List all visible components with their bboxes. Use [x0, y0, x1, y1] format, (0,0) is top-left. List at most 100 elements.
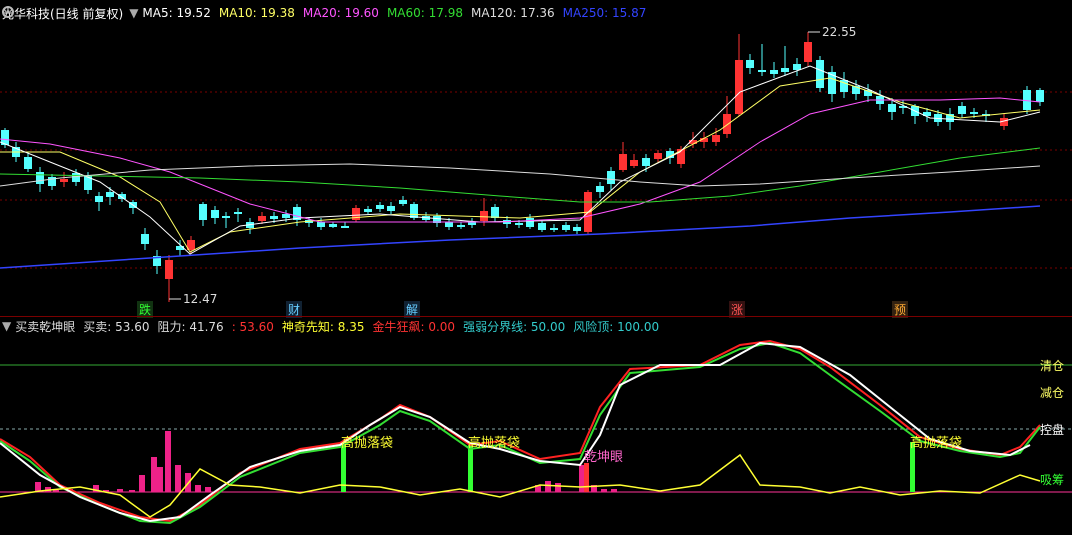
candle[interactable]	[211, 210, 219, 218]
low-price-label: 12.47	[183, 292, 217, 306]
candle[interactable]	[141, 234, 149, 244]
candle[interactable]	[95, 196, 103, 202]
indicator-value-item: : 53.60	[231, 319, 274, 334]
support-line	[0, 341, 1041, 525]
candle[interactable]	[36, 172, 44, 184]
candle[interactable]	[654, 153, 662, 159]
dropdown-triangle-icon[interactable]: ▼	[2, 319, 11, 333]
ma5-line	[0, 65, 1041, 255]
price-chart[interactable]: 22.55 12.47	[0, 22, 1072, 317]
candle[interactable]	[445, 222, 453, 227]
candle[interactable]	[282, 214, 290, 218]
candle[interactable]	[607, 171, 615, 184]
indicator-chart[interactable]: 高抛落袋 高抛落袋乾坤眼 高抛落袋	[0, 335, 1072, 535]
label-jiancang: 减仓	[1039, 386, 1064, 400]
candle[interactable]	[573, 227, 581, 231]
indicator-value-item: 强弱分界线: 50.00	[463, 319, 566, 334]
candle[interactable]	[550, 228, 558, 230]
ma-legend-item: MA5: 19.52	[142, 6, 211, 20]
candle[interactable]	[770, 70, 778, 74]
candle[interactable]	[793, 64, 801, 70]
candle[interactable]	[642, 158, 650, 166]
signal-annotation: 高抛落袋	[468, 435, 520, 451]
candle[interactable]	[234, 212, 242, 214]
candle[interactable]	[410, 204, 418, 218]
candle[interactable]	[538, 223, 546, 230]
ma-legend-item: MA20: 19.60	[302, 6, 379, 20]
candle[interactable]	[630, 160, 638, 166]
candle[interactable]	[735, 60, 743, 114]
ma10-line	[0, 77, 1041, 253]
candle[interactable]	[758, 70, 766, 72]
candle[interactable]	[723, 114, 731, 134]
ma-legend-item: MA10: 19.38	[218, 6, 295, 20]
candle[interactable]	[376, 205, 384, 209]
candle[interactable]	[24, 157, 32, 169]
gear-icon[interactable]	[0, 4, 16, 20]
candle[interactable]	[712, 135, 720, 142]
indicator-value-item: 神奇先知: 8.35	[281, 319, 365, 334]
candle[interactable]	[781, 68, 789, 72]
histogram-bar	[117, 489, 123, 492]
candle[interactable]	[60, 179, 68, 182]
histogram-bar	[175, 465, 181, 492]
candle[interactable]	[199, 204, 207, 220]
indicator-name[interactable]: 买卖乾坤眼	[15, 318, 75, 335]
candle[interactable]	[888, 104, 896, 112]
ma60-line	[0, 147, 1041, 203]
candle[interactable]	[387, 206, 395, 211]
ma-legend-item: MA60: 17.98	[386, 6, 463, 20]
candle[interactable]	[118, 194, 126, 199]
histogram-bar	[165, 431, 171, 492]
histogram-bar	[545, 481, 551, 492]
candle[interactable]	[970, 112, 978, 114]
histogram-bar	[157, 467, 163, 492]
candle[interactable]	[270, 216, 278, 219]
candle[interactable]	[399, 200, 407, 204]
candle[interactable]	[596, 186, 604, 192]
histogram-bar	[611, 489, 617, 492]
indicator-value-item: 阻力: 41.76	[157, 319, 224, 334]
label-xichou: 吸筹	[1039, 473, 1064, 487]
candle[interactable]	[317, 222, 325, 227]
candle[interactable]	[329, 224, 337, 227]
candle[interactable]	[341, 226, 349, 228]
indicator-value-item: 金牛狂飙: 0.00	[372, 319, 456, 334]
indicator-header: ▼ 买卖乾坤眼 买卖: 53.60 阻力: 41.76 : 53.60 神奇先知: 8…	[0, 317, 667, 335]
candle[interactable]	[106, 192, 114, 197]
candle[interactable]	[457, 225, 465, 227]
histogram-bar	[205, 487, 211, 492]
candle[interactable]	[491, 207, 499, 218]
resistance-line	[0, 341, 1031, 523]
candle[interactable]	[746, 60, 754, 68]
candle[interactable]	[1036, 90, 1044, 102]
candle[interactable]	[480, 211, 488, 221]
high-price-label: 22.55	[822, 25, 856, 39]
signal-bar	[584, 463, 589, 492]
candle[interactable]	[619, 154, 627, 170]
candle[interactable]	[958, 106, 966, 114]
histogram-bar	[139, 475, 145, 492]
buy-sell-line	[0, 339, 1041, 523]
candle[interactable]	[816, 60, 824, 88]
candle[interactable]	[515, 223, 523, 225]
candle[interactable]	[165, 260, 173, 279]
signal-annotation: 乾坤眼	[584, 450, 623, 465]
indicator-value-item: 买卖: 53.60	[83, 319, 150, 334]
candle[interactable]	[562, 225, 570, 230]
ma-legend-item: MA120: 17.36	[470, 6, 555, 20]
candle[interactable]	[364, 209, 372, 212]
candle[interactable]	[222, 216, 230, 218]
candle[interactable]	[804, 42, 812, 62]
histogram-bar	[195, 485, 201, 492]
ma-legend: MA5: 19.52 MA10: 19.38 MA20: 19.60 MA60: 17…	[142, 6, 654, 20]
candle[interactable]	[258, 216, 266, 221]
dropdown-triangle-icon[interactable]: ▼	[129, 6, 138, 20]
ma-legend-item: MA250: 15.87	[562, 6, 647, 20]
histogram-bar	[151, 457, 157, 492]
indicator-values: 买卖: 53.60 阻力: 41.76 : 53.60 神奇先知: 8.35 金牛狂飙:…	[83, 318, 667, 335]
candle[interactable]	[72, 173, 80, 182]
candle[interactable]	[526, 218, 534, 227]
label-kongpan: 控盘	[1039, 423, 1064, 437]
stock-title[interactable]: 光华科技(日线 前复权)	[2, 5, 123, 22]
